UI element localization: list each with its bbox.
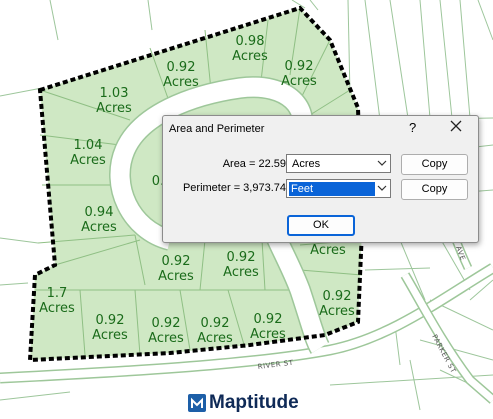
parcel-p10-value: 0.92 [96,313,125,328]
parcel-p5-unit: Acres [70,153,106,168]
svg-text:0.98Acres: 0.98 Acres [232,34,268,64]
parcel-p6-unit: Acres [81,220,117,235]
svg-text:0.92Acres: 0.92 Acres [281,59,317,89]
svg-text:0.92Acres: 0.92 Acres [319,289,355,319]
parcel-p13-unit: Acres [250,327,286,342]
area-unit-value: Acres [292,158,321,170]
svg-text:0.92Acres: 0.92 Acres [148,316,184,346]
area-value-label: Area = 22.59 [222,158,286,170]
parcel-p8-unit: Acres [223,265,259,280]
parcel-p6-value: 0.94 [85,205,114,220]
logo-text: Maptitude [209,392,299,413]
svg-text:1.03Acres: 1.03 Acres [96,86,132,116]
chevron-down-icon [377,160,387,166]
parcel-p10-unit: Acres [92,328,128,343]
help-button[interactable]: ? [409,120,416,135]
parcel-p4-unit: Acres [96,101,132,116]
svg-text:0.92Acres: 0.92 Acres [223,250,259,280]
perimeter-value-label: Perimeter = 3,973.74 [182,182,286,194]
perimeter-unit-select[interactable]: Feet [286,179,391,198]
parcel-p15-unit: Acres [310,243,346,258]
parcel-p3-unit: Acres [281,74,317,89]
parcel-p3-value: 0.92 [285,59,314,74]
chevron-down-icon [377,185,387,191]
area-perimeter-dialog: Area and Perimeter ? Area = 22.59 Acres … [162,115,479,243]
area-unit-select[interactable]: Acres [286,154,391,173]
close-icon [450,120,462,132]
svg-text:0.94Acres: 0.94 Acres [81,205,117,235]
parcel-p11-unit: Acres [148,331,184,346]
parcel-p5-value: 1.04 [74,138,103,153]
svg-text:0.92Acres: 0.92 Acres [163,60,199,90]
parcel-p9-unit: Acres [39,301,75,316]
map-window: 0.98 Acres 0.92 Acres 0.92 Acres 1.03 Acres … [0,0,493,419]
parcel-p13-value: 0.92 [254,312,283,327]
svg-text:Acres: Acres [310,243,346,258]
perimeter-unit-value: Feet [289,182,375,196]
parcel-p14-value: 0.92 [323,289,352,304]
parcel-p1-value: 0.98 [236,34,265,49]
parcel-p8-value: 0.92 [227,250,256,265]
close-button[interactable] [448,118,464,134]
svg-text:0.92Acres: 0.92 Acres [197,316,233,346]
parcel-p12-unit: Acres [197,331,233,346]
parcel-p2-value: 0.92 [167,60,196,75]
parcel-p14-unit: Acres [319,304,355,319]
svg-text:0.92Acres: 0.92 Acres [92,313,128,343]
parcel-p12-value: 0.92 [201,316,230,331]
svg-text:1.04Acres: 1.04 Acres [70,138,106,168]
svg-text:0.92Acres: 0.92 Acres [250,312,286,342]
copy-perimeter-button[interactable]: Copy [401,179,468,200]
parcel-p9-value: 1.7 [47,286,68,301]
ok-button[interactable]: OK [287,215,355,236]
dialog-title: Area and Perimeter [169,123,265,135]
parcel-p2-unit: Acres [163,75,199,90]
copy-area-button[interactable]: Copy [401,154,468,175]
parcel-p4-value: 1.03 [100,86,129,101]
parcel-p1-unit: Acres [232,49,268,64]
parcel-p11-value: 0.92 [152,316,181,331]
parcel-p7-value: 0.92 [162,254,191,269]
maptitude-logo-icon [188,394,206,412]
svg-text:0.92Acres: 0.92 Acres [158,254,194,284]
parcel-p7-unit: Acres [158,269,194,284]
